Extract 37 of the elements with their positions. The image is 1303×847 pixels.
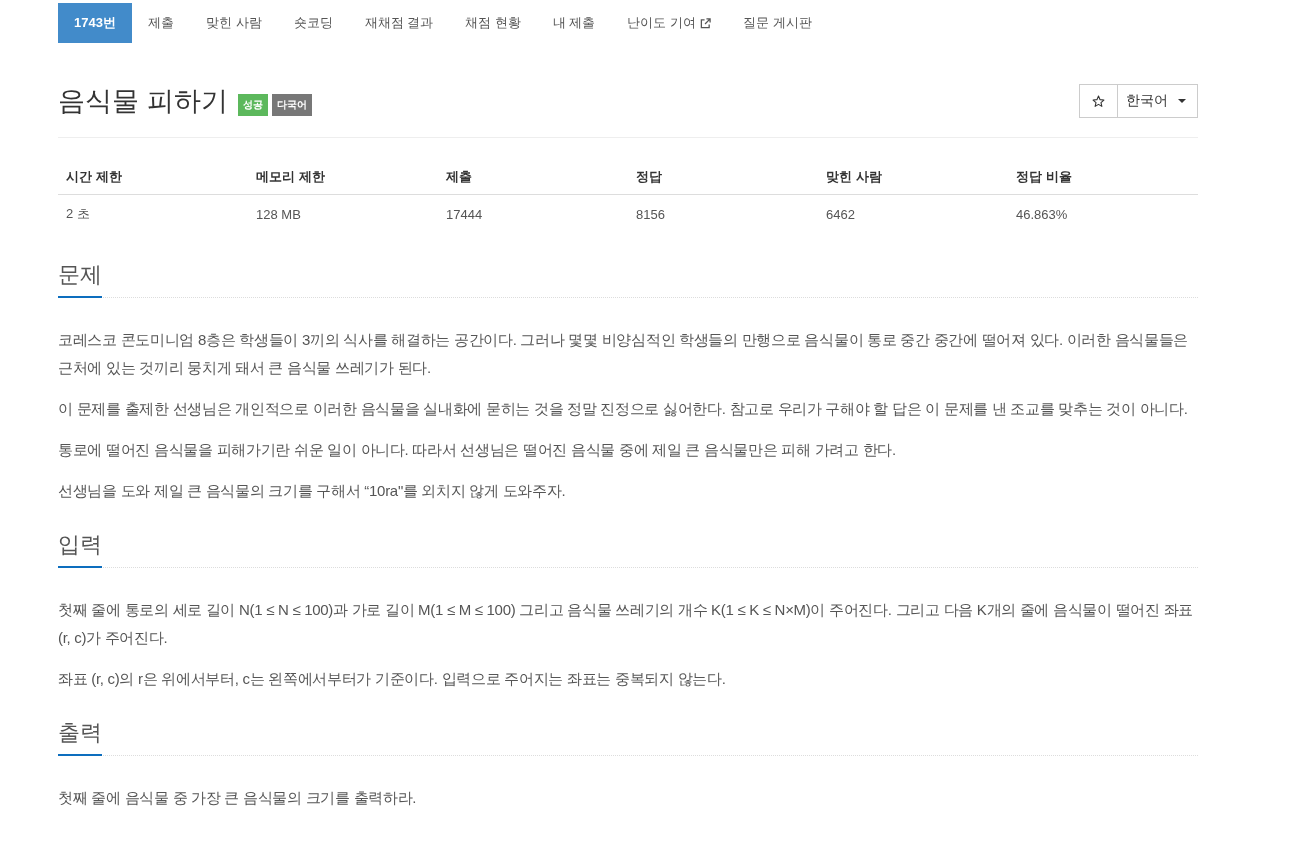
table-cell: 17444 [438, 194, 628, 231]
nav-tab[interactable]: 채점 현황 [449, 3, 537, 43]
paragraph: 이 문제를 출제한 선생님은 개인적으로 이러한 음식물을 실내화에 묻히는 것을 정말 진정으로 싫어한다. 참고로 우리가 구해야 할 답은 이 문제를 낸 조교를 맞추는 것이 아니다. [58, 399, 1189, 419]
nav-tab[interactable]: 내 제출 [536, 3, 612, 43]
table-cell: 8156 [628, 194, 818, 231]
problem-title: 음식물 피하기 [58, 85, 228, 118]
section-heading: 출력 [58, 719, 102, 756]
status-label: 성공 [237, 94, 268, 116]
table-cell: 2 초 [58, 194, 248, 231]
nav-tab[interactable]: 질문 게시판 [727, 3, 828, 43]
section-heading: 문제 [58, 261, 102, 298]
status-label: 다국어 [271, 94, 312, 116]
paragraph: 코레스코 콘도미니엄 8층은 학생들이 3끼의 식사를 해결하는 공간이다. 그러나 몇몇 비양심적인 학생들의 만행으로 음식물이 통로 중간 중간에 떨어져 있다. 이러한 음식물들은 근처에 있는 것끼리 뭉치게 돼서 큰 음식물 쓰레기가 된다. [58, 330, 1190, 378]
paragraph: 좌표 (r, c)의 r은 위에서부터, c는 왼쪽에서부터가 기준이다. 입력으로 주어지는 좌표는 중복되지 않는다. [58, 669, 727, 689]
language-dropdown[interactable]: 한국어 [1118, 84, 1198, 118]
paragraph: 첫째 줄에 통로의 세로 길이 N(1 ≤ N ≤ 100)과 가로 길이 M(1 ≤ M ≤ 100) 그리고 음식물 쓰레기의 개수 K(1 ≤ K ≤ N×M)이 주어진다. 그리고 다음 K개의 줄에 음식물이 떨어진 좌표 (r, c)가 주어진다. [58, 600, 1195, 648]
nav-tab[interactable]: 난이도 기여 [611, 3, 728, 43]
column-header: 정답 [628, 158, 818, 195]
column-header: 시간 제한 [58, 158, 248, 195]
column-header: 맞힌 사람 [818, 158, 1008, 195]
nav-tab[interactable]: 제출 [131, 3, 190, 43]
column-header: 제출 [438, 158, 628, 195]
table-cell: 46.863% [1008, 194, 1198, 231]
paragraph: 첫째 줄에 음식물 중 가장 큰 음식물의 크기를 출력하라. [58, 788, 418, 808]
section-heading: 입력 [58, 531, 102, 568]
nav-tab[interactable]: 숏코딩 [277, 3, 349, 43]
table-cell: 6462 [818, 194, 1008, 231]
column-header: 메모리 제한 [248, 158, 438, 195]
table-cell: 128 MB [248, 194, 438, 231]
nav-tab[interactable]: 재채점 결과 [348, 3, 450, 43]
favorite-button[interactable] [1079, 84, 1118, 118]
paragraph: 선생님을 도와 제일 큰 음식물의 크기를 구해서 “10ra"를 외치지 않게 도와주자. [58, 481, 567, 501]
nav-tab[interactable]: 맞힌 사람 [189, 3, 278, 43]
nav-tab[interactable]: 1743번 [58, 3, 132, 43]
column-header: 정답 비율 [1008, 158, 1198, 195]
paragraph: 통로에 떨어진 음식물을 피해가기란 쉬운 일이 아니다. 따라서 선생님은 떨어진 음식물 중에 제일 큰 음식물만은 피해 가려고 한다. [58, 440, 897, 460]
caret-icon [1178, 99, 1186, 103]
